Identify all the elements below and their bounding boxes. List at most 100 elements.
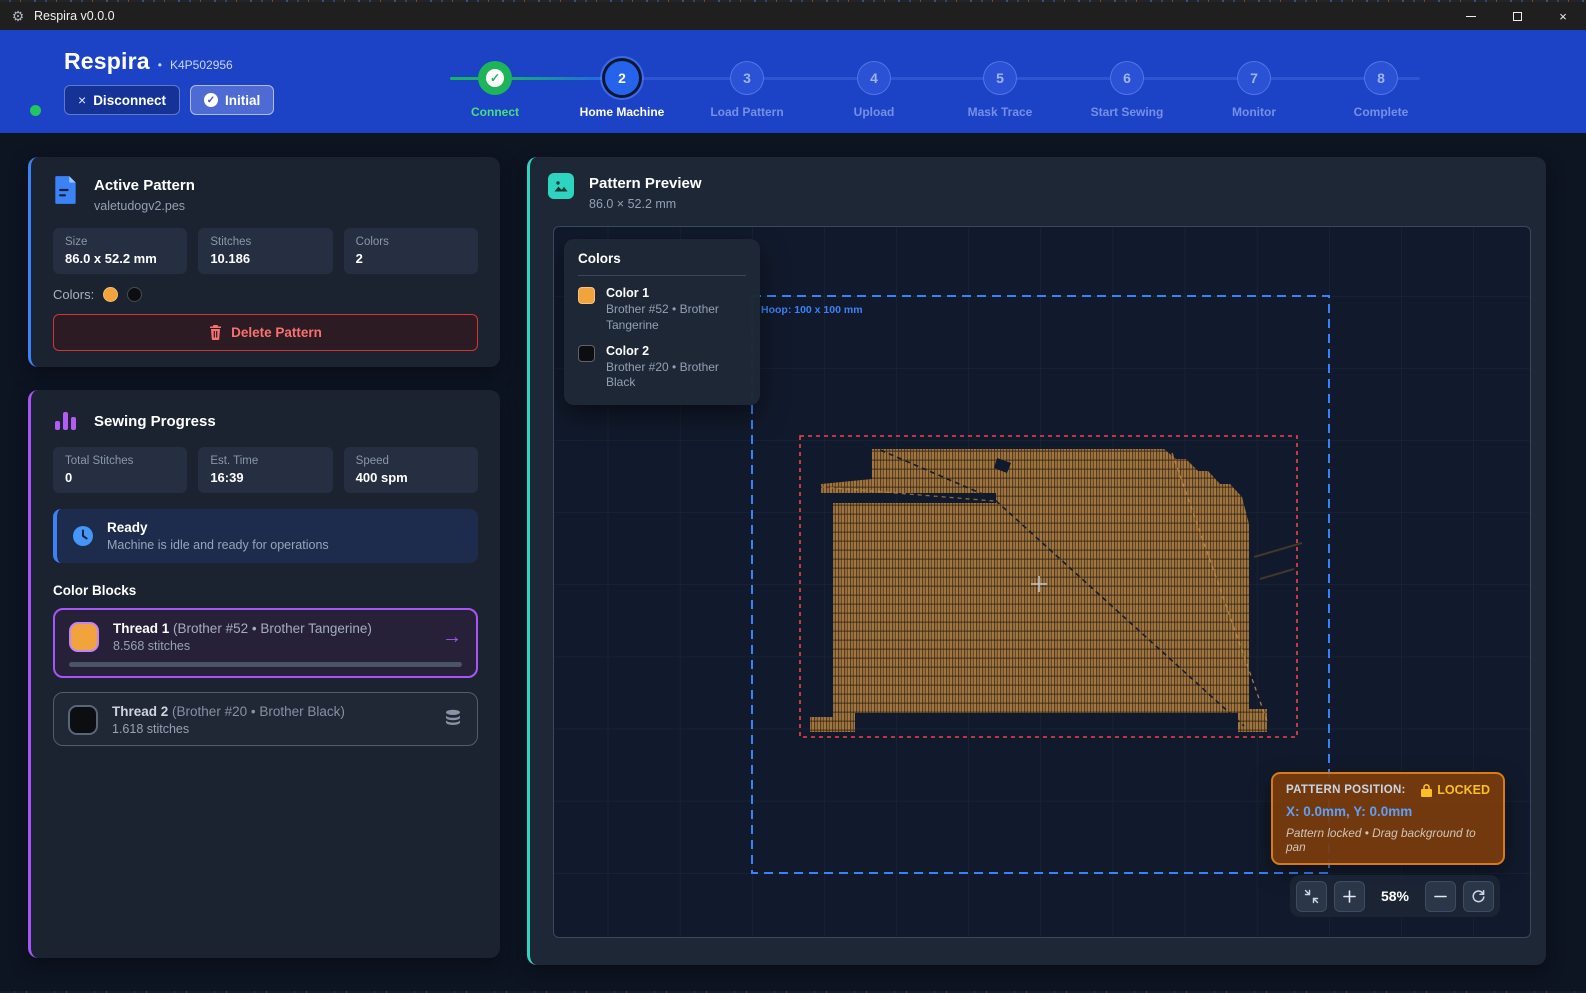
pattern-position-label: PATTERN POSITION:: [1286, 784, 1406, 796]
stat-size: Size 86.0 x 52.2 mm: [53, 228, 187, 274]
window-controls: ×: [1448, 2, 1586, 30]
locked-badge[interactable]: LOCKED: [1421, 783, 1490, 797]
close-button[interactable]: ×: [1540, 2, 1586, 30]
step-home-machine[interactable]: 2 Home Machine: [562, 61, 682, 119]
thread-1-arrow-icon: →: [442, 626, 462, 649]
step-start-sewing[interactable]: 6 Start Sewing: [1067, 61, 1187, 119]
zoom-in-button[interactable]: [1334, 881, 1365, 912]
colors-row-label: Colors:: [53, 287, 94, 302]
machine-status-box: Ready Machine is idle and ready for oper…: [53, 509, 478, 563]
step-monitor-label: Monitor: [1194, 105, 1314, 119]
hoop-label: Hoop: 100 x 100 mm: [761, 304, 863, 316]
color-swatch-1: [103, 287, 118, 302]
window-title: Respira v0.0.0: [34, 9, 115, 23]
colors-legend-panel: Colors Color 1 Brother #52 • Brother Tan…: [564, 239, 760, 405]
workflow-stepper: ✓ Connect 2 Home Machine 3 Load Pattern …: [0, 30, 1586, 133]
step-monitor[interactable]: 7 Monitor: [1194, 61, 1314, 119]
step-upload[interactable]: 4 Upload: [814, 61, 934, 119]
step-connect-label: Connect: [435, 105, 555, 119]
fit-to-screen-button[interactable]: [1296, 881, 1327, 912]
step-mask-trace-label: Mask Trace: [940, 105, 1060, 119]
step-upload-circle[interactable]: 4: [857, 61, 891, 95]
sewing-progress-card: Sewing Progress Total Stitches 0 Est. Ti…: [28, 390, 500, 958]
stat-stitches: Stitches 10.186: [198, 228, 332, 274]
legend-detail-1: Brother #52 • Brother Tangerine: [606, 302, 746, 334]
thread-1-block[interactable]: Thread 1 (Brother #52 • Brother Tangerin…: [53, 608, 478, 678]
pattern-position-hint: Pattern locked • Drag background to pan: [1286, 826, 1490, 854]
file-icon: [53, 175, 79, 205]
color-blocks-label: Color Blocks: [53, 583, 478, 598]
thread-1-name: Thread 1 (Brother #52 • Brother Tangerin…: [113, 621, 372, 636]
delete-pattern-button[interactable]: Delete Pattern: [53, 314, 478, 351]
step-start-sewing-label: Start Sewing: [1067, 105, 1187, 119]
step-complete-circle[interactable]: 8: [1364, 61, 1398, 95]
stat-est-time-value: 16:39: [210, 470, 320, 485]
legend-item-color-2: Color 2 Brother #20 • Brother Black: [578, 344, 746, 392]
window-titlebar[interactable]: ⚙ Respira v0.0.0 ×: [0, 2, 1586, 30]
legend-name-1: Color 1: [606, 286, 746, 300]
thread-2-detail: (Brother #20 • Brother Black): [172, 704, 345, 719]
legend-swatch-1: [578, 287, 595, 304]
plus-icon: [1343, 890, 1356, 903]
status-description: Machine is idle and ready for operations: [107, 538, 329, 552]
lock-icon: [1421, 784, 1432, 797]
thread-1-swatch: [69, 622, 99, 652]
step-mask-trace[interactable]: 5 Mask Trace: [940, 61, 1060, 119]
step-home-machine-circle[interactable]: 2: [605, 61, 639, 95]
locked-label: LOCKED: [1437, 783, 1490, 797]
step-complete[interactable]: 8 Complete: [1321, 61, 1441, 119]
stat-total-stitches-value: 0: [65, 470, 175, 485]
fit-to-screen-icon: [1304, 889, 1319, 904]
legend-swatch-2: [578, 345, 595, 362]
thread-1-progress-bar: [69, 662, 462, 667]
thread-2-title: Thread 2: [112, 704, 168, 719]
stat-total-stitches-label: Total Stitches: [65, 455, 175, 467]
thread-1-detail: (Brother #52 • Brother Tangerine): [173, 621, 372, 636]
preview-canvas[interactable]: Hoop: 100 x 100 mm Colors Color 1 Brot: [553, 226, 1531, 938]
sewing-progress-title: Sewing Progress: [94, 411, 216, 430]
step-load-pattern[interactable]: 3 Load Pattern: [687, 61, 807, 119]
stat-stitches-label: Stitches: [210, 236, 320, 248]
bar-chart-icon: [53, 408, 79, 432]
legend-detail-2: Brother #20 • Brother Black: [606, 360, 746, 392]
check-icon: ✓: [486, 69, 504, 87]
stat-colors-label: Colors: [356, 236, 466, 248]
active-pattern-card: Active Pattern valetudogv2.pes Size 86.0…: [28, 157, 500, 367]
stat-est-time-label: Est. Time: [210, 455, 320, 467]
step-start-sewing-circle[interactable]: 6: [1110, 61, 1144, 95]
app-icon: ⚙: [10, 8, 26, 24]
close-icon: ×: [1559, 9, 1567, 24]
maximize-icon: [1513, 12, 1522, 21]
step-load-pattern-circle[interactable]: 3: [730, 61, 764, 95]
maximize-button[interactable]: [1494, 2, 1540, 30]
app-header: Respira • K4P502956 × Disconnect ✓ Initi…: [0, 30, 1586, 133]
legend-name-2: Color 2: [606, 344, 746, 358]
step-mask-trace-circle[interactable]: 5: [983, 61, 1017, 95]
minimize-icon: [1466, 16, 1476, 17]
zoom-controls: 58%: [1290, 875, 1500, 917]
delete-pattern-label: Delete Pattern: [231, 325, 322, 340]
step-upload-label: Upload: [814, 105, 934, 119]
stat-speed-label: Speed: [356, 455, 466, 467]
step-monitor-circle[interactable]: 7: [1237, 61, 1271, 95]
thread-2-block[interactable]: Thread 2 (Brother #20 • Brother Black) 1…: [53, 692, 478, 746]
step-complete-label: Complete: [1321, 105, 1441, 119]
stat-colors-value: 2: [356, 251, 466, 266]
step-load-pattern-label: Load Pattern: [687, 105, 807, 119]
thread-2-queue-icon: [443, 709, 463, 732]
pattern-preview-card: Pattern Preview 86.0 × 52.2 mm: [527, 157, 1546, 965]
reset-view-button[interactable]: [1463, 881, 1494, 912]
minimize-button[interactable]: [1448, 2, 1494, 30]
status-title: Ready: [107, 520, 329, 535]
stat-size-label: Size: [65, 236, 175, 248]
step-connect-circle[interactable]: ✓: [478, 61, 512, 95]
stat-total-stitches: Total Stitches 0: [53, 447, 187, 493]
step-connect[interactable]: ✓ Connect: [435, 61, 555, 119]
step-home-machine-label: Home Machine: [562, 105, 682, 119]
thread-2-swatch: [68, 705, 98, 735]
stat-est-time: Est. Time 16:39: [198, 447, 332, 493]
legend-title: Colors: [578, 251, 746, 266]
zoom-out-button[interactable]: [1425, 881, 1456, 912]
refresh-icon: [1471, 889, 1486, 904]
thread-1-stitches: 8.568 stitches: [113, 639, 372, 653]
